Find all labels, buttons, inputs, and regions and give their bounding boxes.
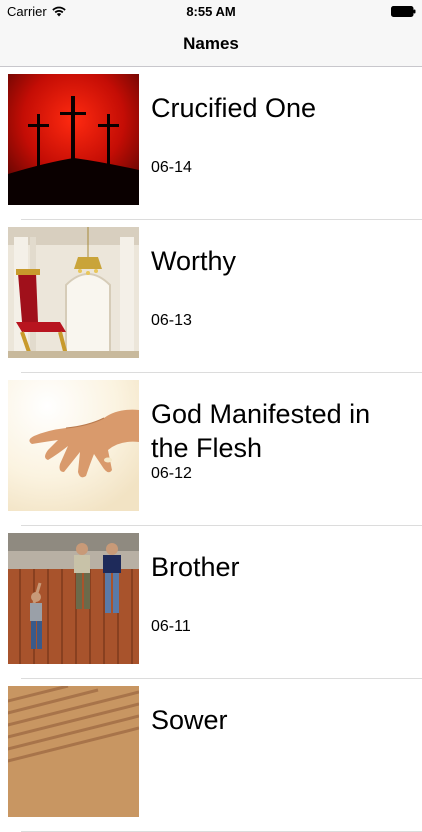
names-list[interactable]: Crucified One 06-14 Worthy 06-13 God Man… [0,67,422,832]
thumbnail-image [8,533,139,664]
status-bar: Carrier 8:55 AM [0,0,422,24]
item-date: 06-13 [151,312,192,329]
item-title: Crucified One [151,93,317,123]
thumbnail-image [8,380,139,511]
list-item[interactable]: Crucified One 06-14 [0,67,422,220]
item-date: 06-11 [151,618,191,635]
thumbnail-image [8,686,139,817]
item-title: Sower [151,705,228,735]
thumbnail-image [8,74,139,205]
status-time: 8:55 AM [186,4,236,19]
navigation-bar: Names [0,24,422,67]
list-item[interactable]: Brother 06-11 [0,526,422,679]
list-item[interactable]: Sower [0,679,422,832]
item-title: God Manifested in the Flesh [151,399,371,463]
item-date: 06-12 [151,465,192,482]
thumbnail-image [8,227,139,358]
list-item[interactable]: God Manifested in the Flesh 06-12 [0,373,422,526]
item-title: Brother [151,552,240,582]
page-title: Names [183,34,239,53]
list-item[interactable]: Worthy 06-13 [0,220,422,373]
item-date: 06-14 [151,159,192,176]
item-title: Worthy [151,246,237,276]
battery-icon [391,6,416,17]
